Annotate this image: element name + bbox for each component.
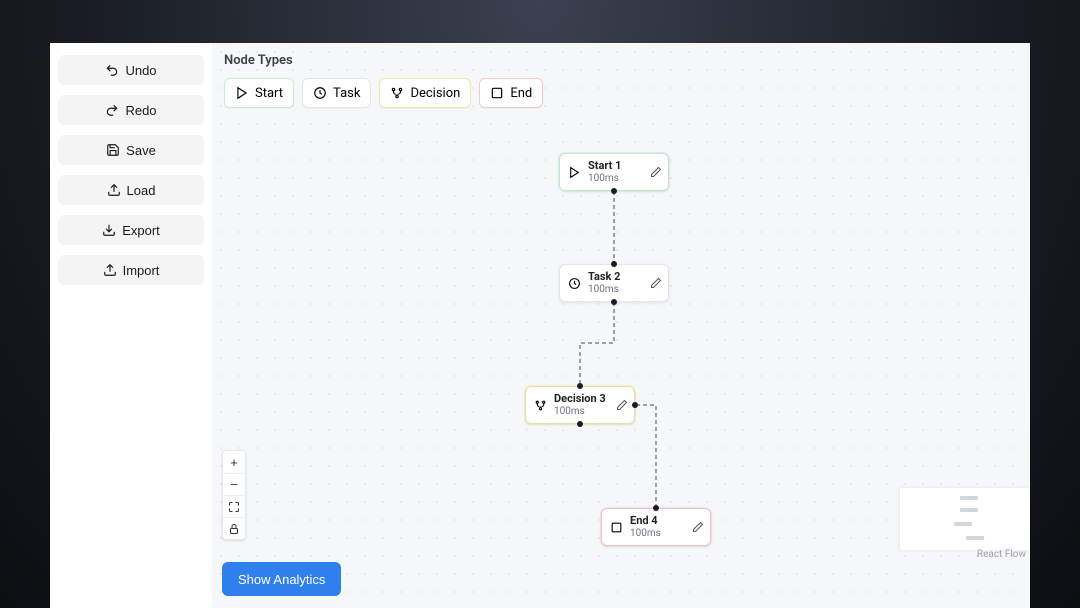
sidebar: Undo Redo Save Load Export Import bbox=[50, 43, 212, 608]
node-title: Task 2 bbox=[588, 271, 644, 283]
lock-button[interactable] bbox=[223, 517, 245, 539]
handle-bottom[interactable] bbox=[611, 188, 617, 194]
handle-top[interactable] bbox=[577, 383, 583, 389]
node-task-2[interactable]: Task 2 100ms bbox=[559, 264, 669, 302]
handle-top[interactable] bbox=[611, 261, 617, 267]
node-types-row: Start Task Decision End bbox=[224, 78, 1018, 108]
clock-icon bbox=[313, 86, 327, 100]
save-button[interactable]: Save bbox=[58, 135, 204, 165]
node-title: Start 1 bbox=[588, 160, 644, 172]
decision-chip-label: Decision bbox=[410, 86, 460, 101]
canvas-area[interactable]: Node Types Start Task Decision End bbox=[212, 43, 1030, 608]
handle-right[interactable] bbox=[632, 402, 638, 408]
import-label: Import bbox=[123, 263, 160, 278]
download-icon bbox=[102, 223, 116, 237]
handle-top[interactable] bbox=[653, 505, 659, 511]
handle-bottom[interactable] bbox=[611, 299, 617, 305]
undo-button[interactable]: Undo bbox=[58, 55, 204, 85]
minimap-node bbox=[960, 496, 978, 500]
handle-bottom[interactable] bbox=[577, 421, 583, 427]
node-types-title: Node Types bbox=[224, 53, 1018, 68]
node-title: Decision 3 bbox=[554, 393, 610, 405]
clock-icon bbox=[566, 277, 582, 290]
viewport-controls: + − bbox=[222, 450, 246, 540]
undo-label: Undo bbox=[125, 63, 156, 78]
minimap-node bbox=[960, 508, 978, 512]
edit-icon[interactable] bbox=[616, 396, 628, 415]
node-start-1[interactable]: Start 1 100ms bbox=[559, 153, 669, 191]
export-button[interactable]: Export bbox=[58, 215, 204, 245]
edit-icon[interactable] bbox=[650, 163, 662, 182]
undo-icon bbox=[105, 63, 119, 77]
branch-icon bbox=[390, 86, 404, 100]
load-label: Load bbox=[127, 183, 156, 198]
node-subtext: 100ms bbox=[588, 284, 644, 295]
node-type-task[interactable]: Task bbox=[302, 78, 371, 108]
load-button[interactable]: Load bbox=[58, 175, 204, 205]
save-label: Save bbox=[126, 143, 156, 158]
fit-view-button[interactable] bbox=[223, 495, 245, 517]
task-chip-label: Task bbox=[333, 86, 360, 101]
node-title: End 4 bbox=[630, 515, 686, 527]
app-window: Undo Redo Save Load Export Import Node T… bbox=[50, 43, 1030, 608]
edit-icon[interactable] bbox=[692, 518, 704, 537]
square-icon bbox=[490, 86, 504, 100]
play-icon bbox=[566, 166, 582, 179]
save-icon bbox=[106, 143, 120, 157]
node-type-start[interactable]: Start bbox=[224, 78, 294, 108]
node-decision-3[interactable]: Decision 3 100ms bbox=[525, 386, 635, 424]
export-label: Export bbox=[122, 223, 160, 238]
node-types-panel: Node Types Start Task Decision End bbox=[212, 43, 1030, 118]
fit-icon bbox=[228, 501, 240, 513]
node-type-decision[interactable]: Decision bbox=[379, 78, 471, 108]
zoom-in-button[interactable]: + bbox=[223, 451, 245, 473]
start-chip-label: Start bbox=[255, 86, 283, 101]
node-type-end[interactable]: End bbox=[479, 78, 543, 108]
branch-icon bbox=[532, 399, 548, 412]
redo-icon bbox=[105, 103, 119, 117]
upload-icon bbox=[103, 263, 117, 277]
plus-icon: + bbox=[230, 455, 238, 470]
minimap-node bbox=[954, 522, 972, 526]
redo-button[interactable]: Redo bbox=[58, 95, 204, 125]
lock-icon bbox=[228, 523, 240, 535]
import-button[interactable]: Import bbox=[58, 255, 204, 285]
square-icon bbox=[608, 521, 624, 534]
node-subtext: 100ms bbox=[588, 173, 644, 184]
end-chip-label: End bbox=[510, 86, 532, 101]
redo-label: Redo bbox=[125, 103, 156, 118]
node-subtext: 100ms bbox=[554, 406, 610, 417]
minimap-node bbox=[966, 536, 984, 540]
zoom-out-button[interactable]: − bbox=[223, 473, 245, 495]
play-icon bbox=[235, 86, 249, 100]
show-analytics-button[interactable]: Show Analytics bbox=[222, 562, 341, 596]
node-subtext: 100ms bbox=[630, 528, 686, 539]
upload-icon bbox=[107, 183, 121, 197]
node-end-4[interactable]: End 4 100ms bbox=[601, 508, 711, 546]
edit-icon[interactable] bbox=[650, 274, 662, 293]
react-flow-watermark: React Flow bbox=[977, 549, 1026, 560]
minimap[interactable] bbox=[900, 488, 1030, 550]
minus-icon: − bbox=[230, 477, 238, 492]
